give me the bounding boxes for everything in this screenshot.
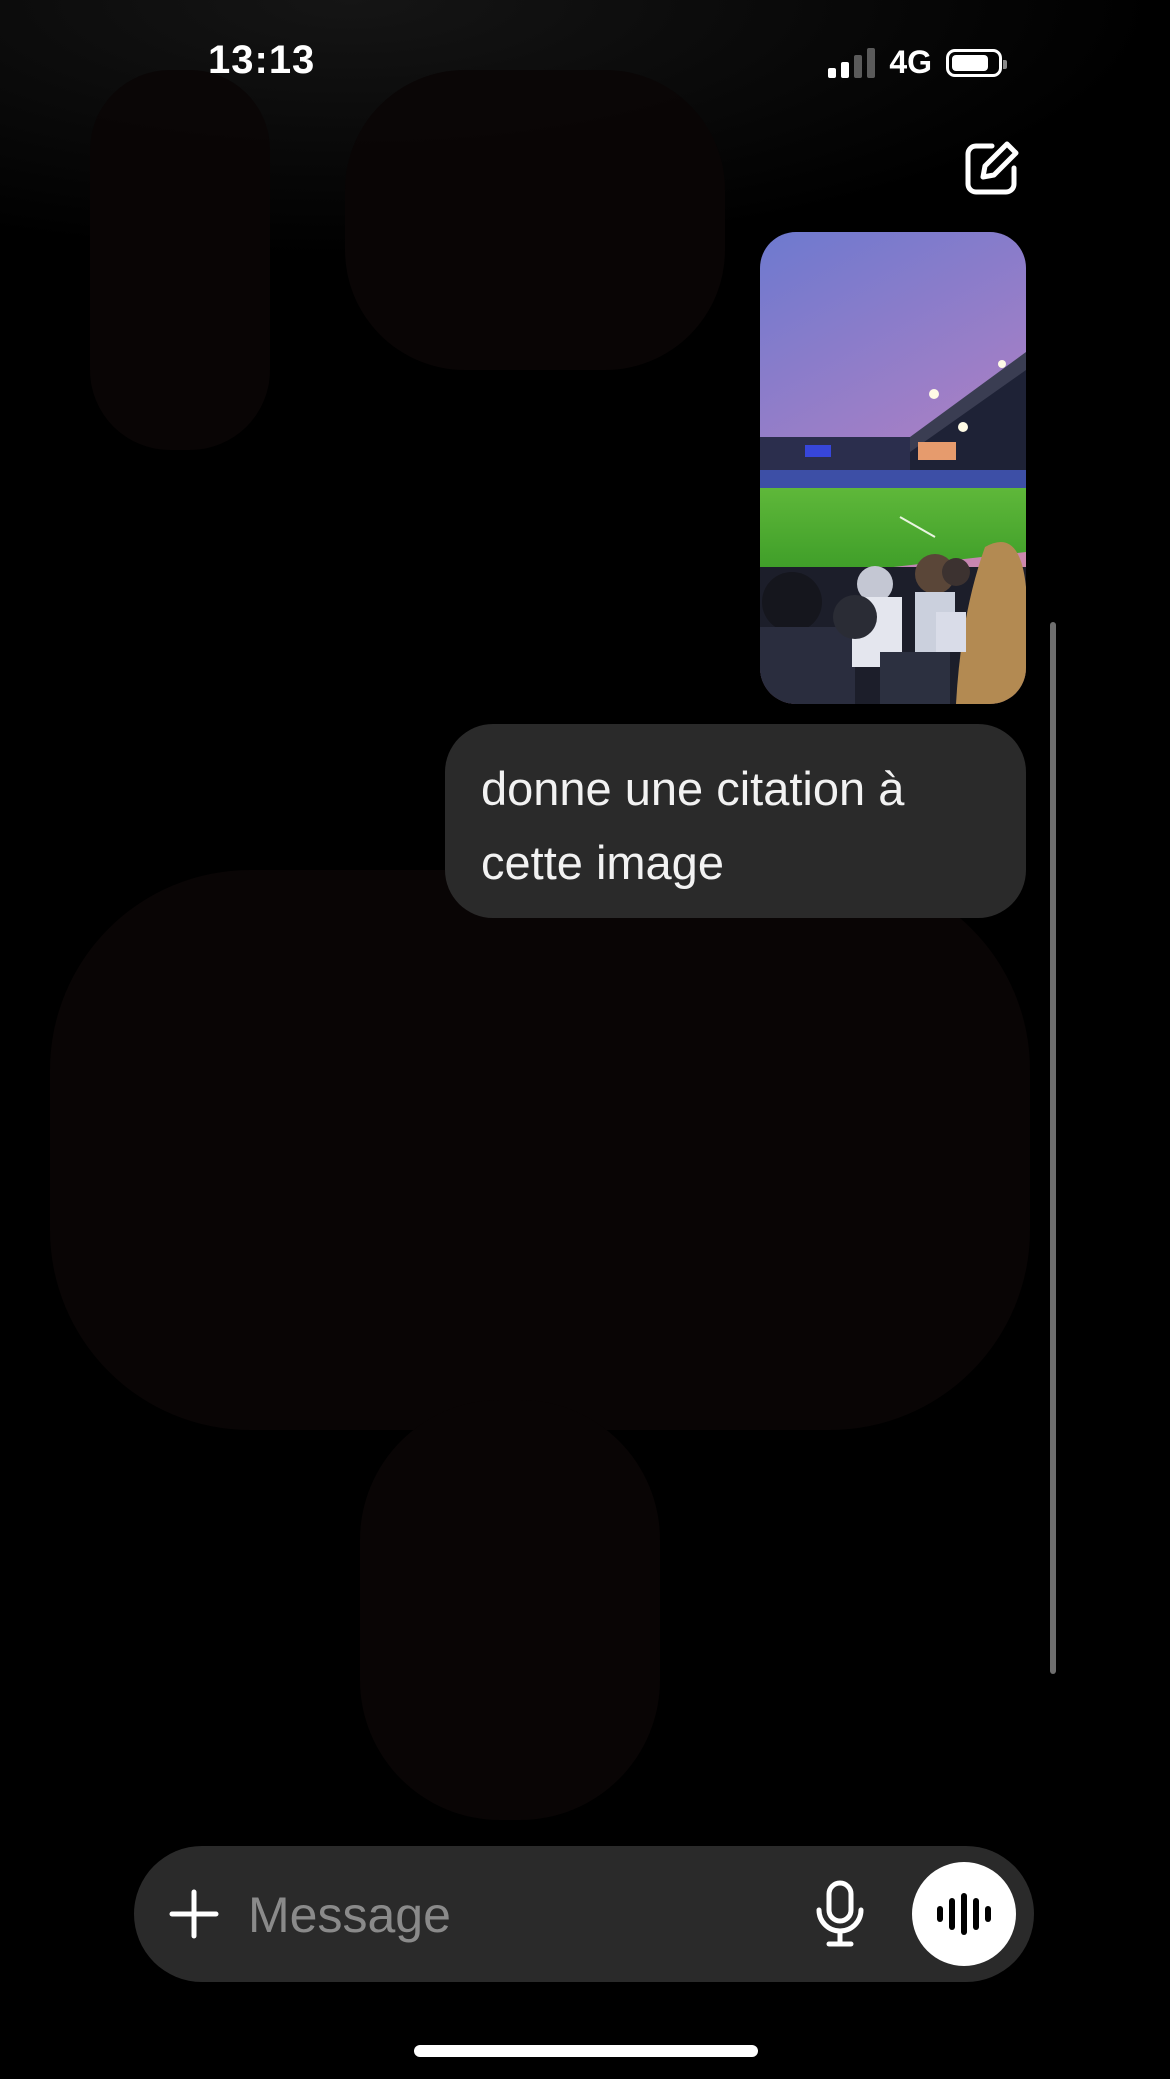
plus-icon bbox=[169, 1889, 219, 1939]
voice-mode-button[interactable] bbox=[912, 1862, 1016, 1966]
message-composer bbox=[134, 1846, 1034, 1982]
network-type: 4G bbox=[889, 44, 932, 80]
add-attachment-button[interactable] bbox=[166, 1886, 222, 1942]
battery-level bbox=[952, 54, 989, 71]
background-shape bbox=[360, 1400, 660, 1820]
scrollbar[interactable] bbox=[1050, 622, 1056, 1674]
cellular-signal-icon bbox=[828, 47, 876, 78]
message-input[interactable] bbox=[246, 1876, 790, 1954]
compose-button[interactable] bbox=[962, 138, 1022, 198]
status-indicators: 4G bbox=[828, 44, 1007, 81]
home-indicator[interactable] bbox=[414, 2045, 758, 2057]
dictation-button[interactable] bbox=[812, 1880, 868, 1948]
voice-waveform-icon bbox=[937, 1893, 991, 1935]
compose-icon bbox=[965, 141, 1019, 195]
background-shape bbox=[50, 870, 1030, 1430]
stadium-photo bbox=[760, 232, 1026, 704]
background-shape bbox=[90, 70, 270, 450]
chat-screen: 13:13 4G donne une citation à cette imag… bbox=[0, 0, 1170, 2079]
status-time: 13:13 bbox=[208, 38, 316, 82]
background-shape bbox=[345, 70, 725, 370]
battery-icon bbox=[946, 48, 1007, 77]
microphone-icon bbox=[816, 1880, 864, 1947]
image-attachment[interactable] bbox=[760, 232, 1026, 704]
user-message-bubble: donne une citation à cette image bbox=[445, 724, 1026, 918]
